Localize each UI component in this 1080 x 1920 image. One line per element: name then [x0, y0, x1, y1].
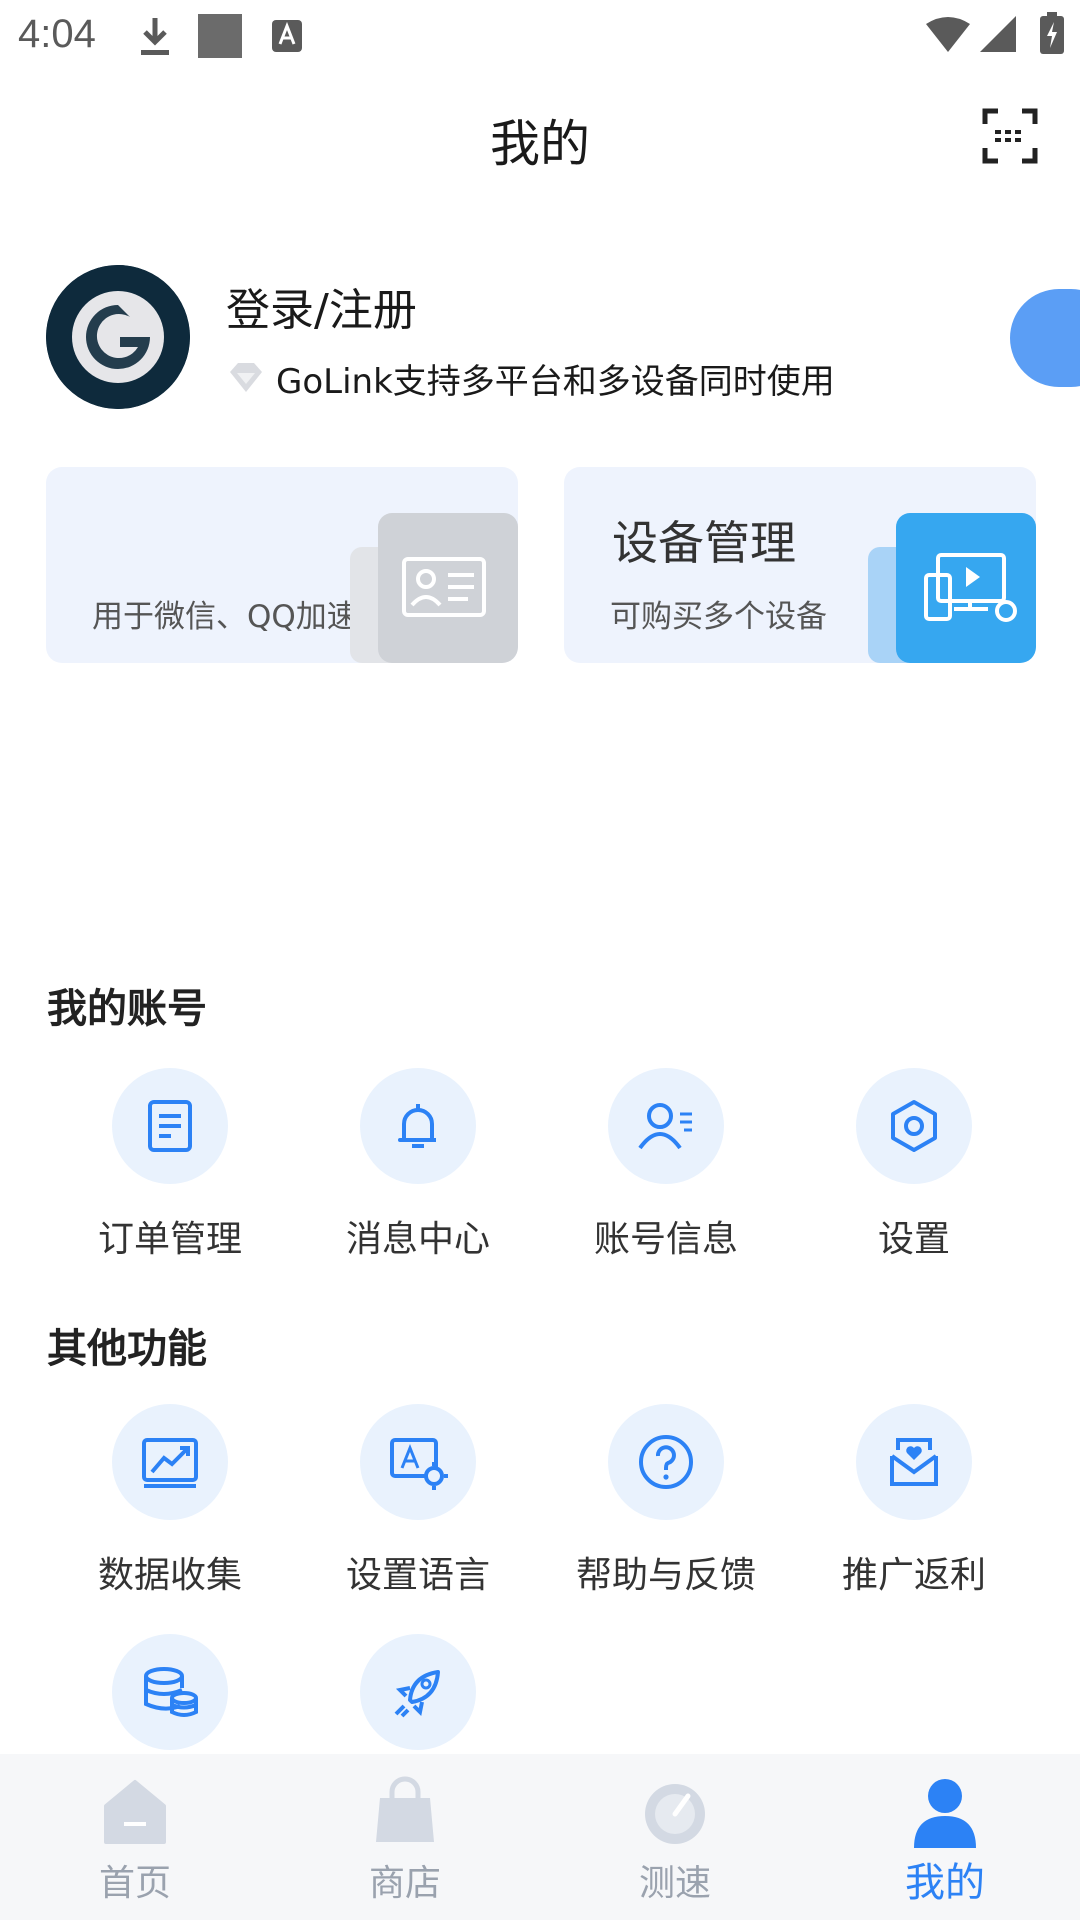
nav-label: 商店 — [368, 1863, 441, 1904]
wifi-icon — [926, 17, 970, 52]
page-title: 我的 — [490, 115, 590, 173]
grid-item-orders[interactable]: 订单管理 — [46, 1068, 294, 1262]
card-device-management[interactable]: 设备管理 可购买多个设备 — [564, 467, 1036, 663]
card-title: 设备管理 — [612, 516, 796, 570]
id-card-icon — [350, 513, 518, 663]
nav-label: 测速 — [638, 1863, 711, 1904]
grid-label: 数据收集 — [97, 1555, 242, 1596]
order-icon-wrap — [112, 1068, 228, 1184]
grid-label: 设置 — [877, 1219, 950, 1260]
side-floating-tab[interactable] — [1010, 289, 1080, 387]
language-icon — [390, 1438, 448, 1490]
grid-item-data-collection[interactable]: 数据收集 — [46, 1404, 294, 1598]
card-subtitle: 可购买多个设备 — [610, 599, 827, 635]
nav-item-me[interactable]: 我的 — [810, 1754, 1080, 1920]
card-wechat-qq-accel[interactable]: 用于微信、QQ加速 — [46, 467, 518, 663]
user-info-icon — [638, 1103, 692, 1150]
chart-icon-wrap — [112, 1404, 228, 1520]
speedometer-icon — [645, 1784, 705, 1844]
shopping-bag-icon — [376, 1776, 434, 1842]
signal-icon — [980, 16, 1016, 52]
bell-icon-wrap — [360, 1068, 476, 1184]
grid-item-referral[interactable]: 推广返利 — [790, 1404, 1038, 1598]
rocket-icon-wrap — [360, 1634, 476, 1750]
grid-item-language[interactable]: 设置语言 — [294, 1404, 542, 1598]
nav-item-speedtest[interactable]: 测速 — [540, 1754, 810, 1920]
nav-item-home[interactable]: 首页 — [0, 1754, 270, 1920]
grid-item-help-feedback[interactable]: 帮助与反馈 — [542, 1404, 790, 1598]
grid-label: 推广返利 — [841, 1555, 986, 1596]
status-time: 4:04 — [18, 12, 96, 56]
text-a-icon — [272, 20, 302, 52]
chart-icon — [142, 1438, 198, 1488]
login-register-link[interactable]: 登录/注册 — [226, 274, 417, 338]
home-icon — [104, 1780, 166, 1844]
section-title-account: 我的账号 — [47, 986, 207, 1032]
nav-label: 我的 — [905, 1860, 985, 1906]
bell-icon — [398, 1104, 436, 1148]
database-icon-wrap — [112, 1634, 228, 1750]
nav-item-store[interactable]: 商店 — [270, 1754, 540, 1920]
download-icon — [141, 18, 169, 55]
person-icon — [914, 1779, 976, 1848]
language-icon-wrap — [360, 1404, 476, 1520]
grid-item-account-info[interactable]: 账号信息 — [542, 1068, 790, 1262]
order-icon — [148, 1100, 192, 1152]
grid-item-messages[interactable]: 消息中心 — [294, 1068, 542, 1262]
avatar[interactable] — [46, 265, 190, 409]
grid-label: 账号信息 — [593, 1219, 738, 1260]
user-info-icon-wrap — [608, 1068, 724, 1184]
scan-icon — [982, 108, 1038, 164]
nav-label: 首页 — [98, 1863, 171, 1904]
battery-charging-icon — [1040, 12, 1064, 54]
grid-label: 设置语言 — [345, 1555, 490, 1596]
grid-label: 订单管理 — [97, 1219, 242, 1260]
devices-settings-icon — [868, 513, 1036, 663]
rocket-icon — [394, 1670, 440, 1718]
hexagon-settings-icon-wrap — [856, 1068, 972, 1184]
mail-heart-icon — [890, 1438, 938, 1486]
database-icon — [144, 1667, 198, 1717]
scan-button[interactable] — [982, 108, 1038, 164]
tagline-text: GoLink支持多平台和多设备同时使用 — [276, 361, 835, 402]
diamond-icon — [230, 363, 262, 392]
hexagon-settings-icon — [891, 1100, 937, 1152]
golink-logo-icon — [46, 265, 190, 409]
section-title-other: 其他功能 — [47, 1326, 207, 1372]
tagline: GoLink支持多平台和多设备同时使用 — [226, 356, 835, 402]
image-placeholder-icon — [198, 14, 242, 58]
status-bar: 4:04 — [0, 0, 1080, 72]
mail-heart-icon-wrap — [856, 1404, 972, 1520]
grid-item-settings[interactable]: 设置 — [790, 1068, 1038, 1262]
help-icon-wrap — [608, 1404, 724, 1520]
grid-label: 消息中心 — [345, 1219, 490, 1260]
card-subtitle: 用于微信、QQ加速 — [92, 599, 358, 635]
grid-label: 帮助与反馈 — [575, 1555, 756, 1596]
bottom-nav: 首页 商店 测速 我的 — [0, 1754, 1080, 1920]
help-icon — [639, 1435, 693, 1489]
